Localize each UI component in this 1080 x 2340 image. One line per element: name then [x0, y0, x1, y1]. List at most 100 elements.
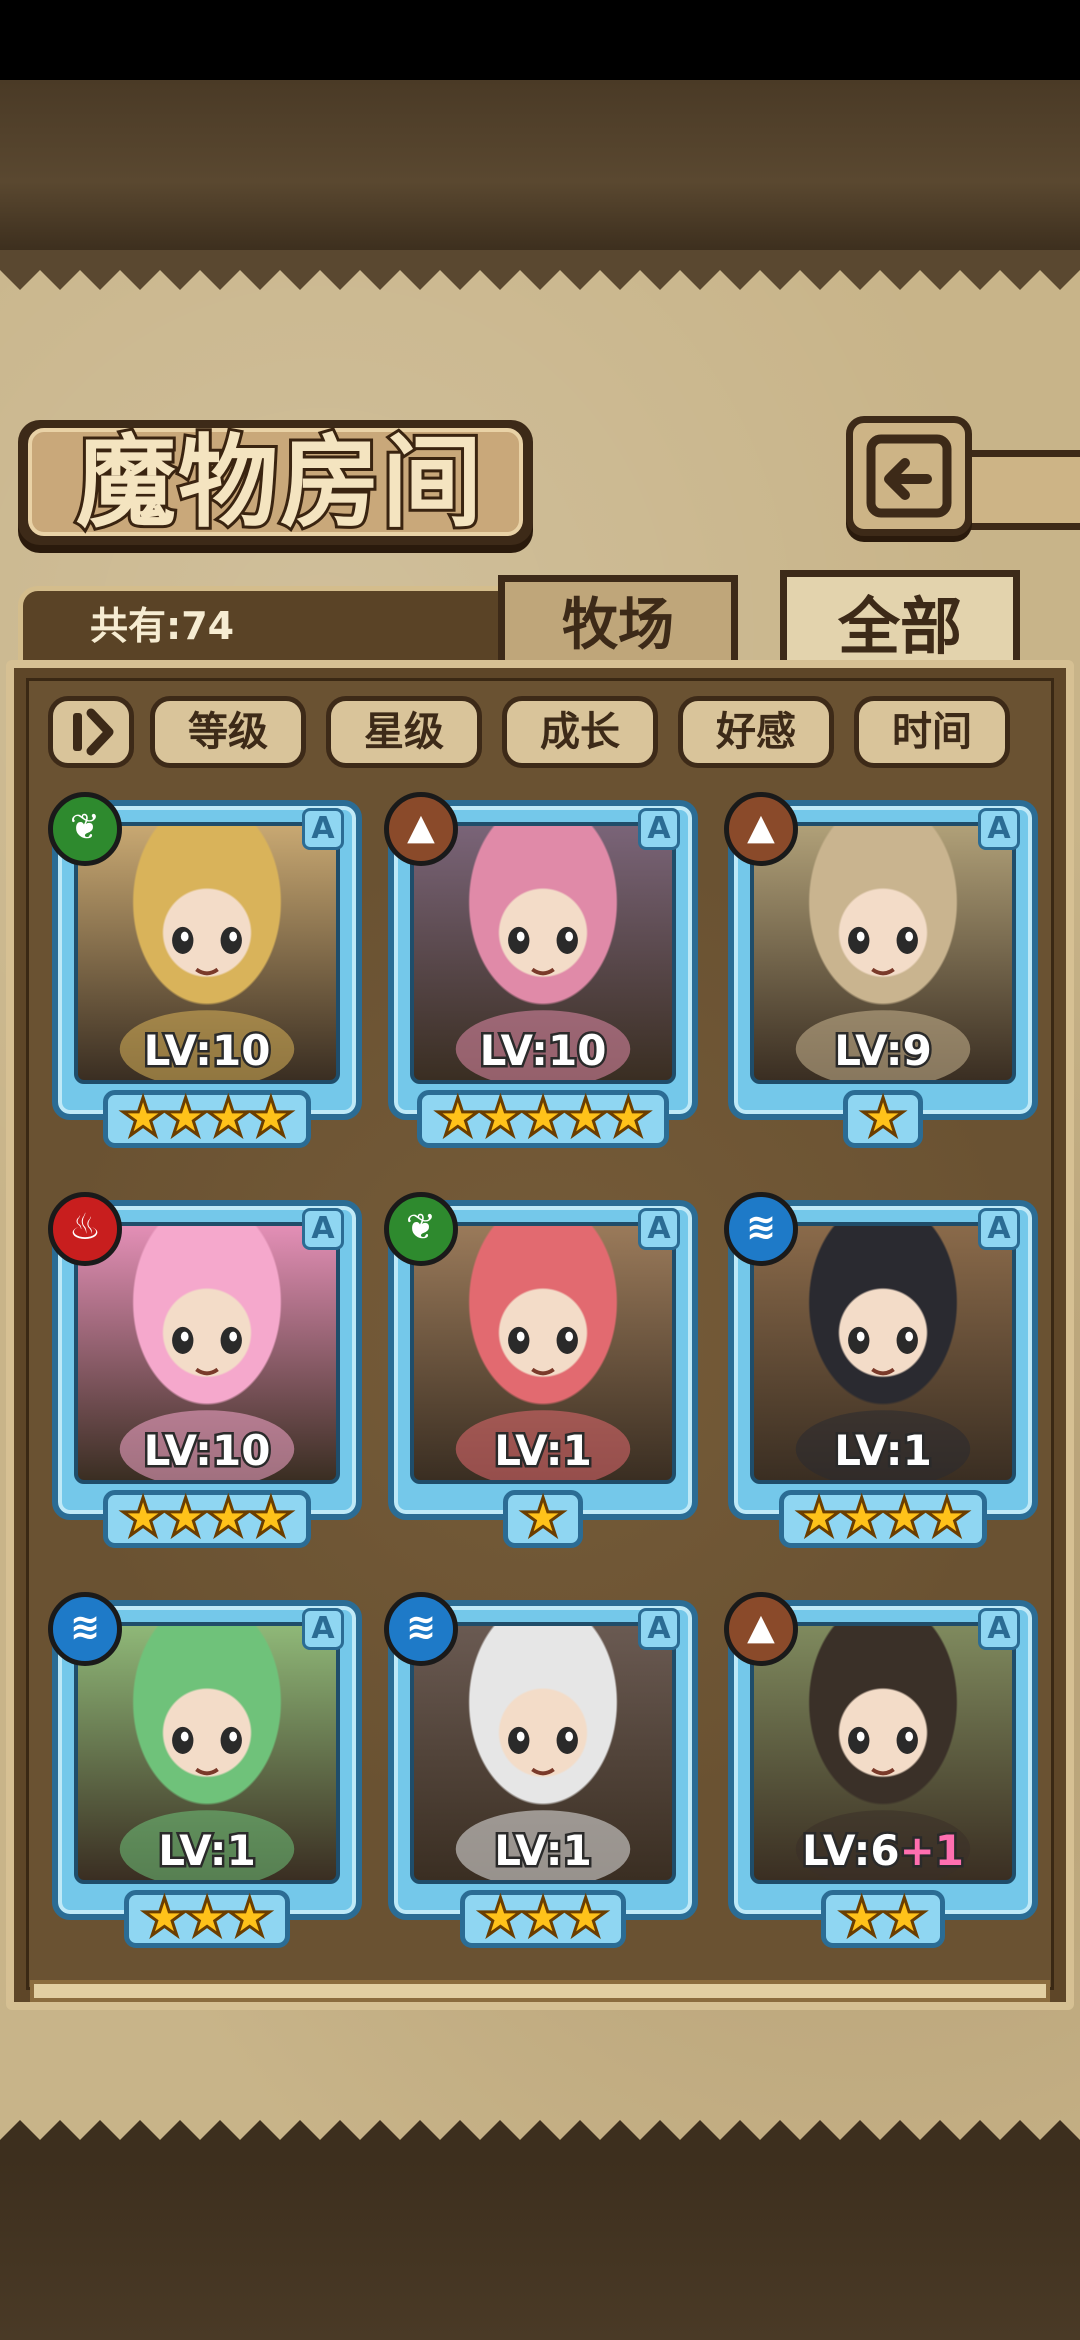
monster-level: LV:9 [728, 1024, 1038, 1078]
star-icon: ★ [837, 1888, 887, 1948]
level-text: LV:10 [141, 1424, 273, 1478]
star-icon: ★ [561, 1888, 611, 1948]
monster-level: LV:10 [52, 1424, 362, 1478]
sort-toggle-icon [73, 708, 114, 756]
star-rating: ★★★★ [52, 1090, 362, 1152]
rank-badge: A [302, 808, 344, 850]
star-rating-bar: ★★★ [460, 1890, 626, 1948]
level-bonus: +1 [897, 1824, 966, 1878]
star-rating: ★ [728, 1090, 1038, 1152]
back-arrow-icon [866, 434, 952, 518]
filter-time-button[interactable]: 时间 [854, 696, 1010, 768]
monster-card[interactable]: A ≋ LV:1 ★★★ [384, 1592, 698, 1952]
tab-ranch[interactable]: 牧场 [498, 575, 738, 670]
level-text: LV:10 [477, 1024, 609, 1078]
level-text: LV:1 [492, 1424, 595, 1478]
monster-level: LV:1 [388, 1824, 698, 1878]
star-icon: ★ [433, 1088, 483, 1148]
sort-toggle-button[interactable] [48, 696, 134, 768]
star-rating-bar: ★★★★ [778, 1488, 988, 1548]
monster-level: LV:6+1 [728, 1824, 1038, 1878]
back-button[interactable] [846, 416, 972, 536]
monster-card[interactable]: A ▲ LV:6+1 ★★ [724, 1592, 1038, 1950]
filter-affection-button[interactable]: 好感 [678, 696, 834, 768]
star-rating-bar: ★★★★ [102, 1488, 312, 1548]
rank-badge: A [978, 808, 1020, 850]
star-icon: ★ [603, 1088, 653, 1148]
page-title: 魔物房间 [73, 421, 485, 544]
map-background-bottom [0, 2160, 1080, 2340]
star-icon: ★ [922, 1488, 972, 1548]
element-water-icon: ≋ [384, 1592, 458, 1666]
back-button-rail [965, 450, 1080, 530]
monster-level: LV:1 [52, 1824, 362, 1878]
star-icon: ★ [518, 1888, 568, 1948]
star-rating-bar: ★★★★ [102, 1088, 312, 1148]
star-icon: ★ [561, 1088, 611, 1148]
filter-level-button[interactable]: 等级 [150, 696, 306, 768]
level-text: LV:6 [799, 1824, 902, 1878]
star-rating: ★★★★★ [388, 1090, 698, 1152]
star-rating-bar: ★ [502, 1488, 584, 1548]
monster-card[interactable]: A ❦ LV:1 ★ [384, 1192, 698, 1552]
star-icon: ★ [794, 1488, 844, 1548]
monster-count: 共有:74 [90, 604, 235, 648]
element-water-icon: ≋ [724, 1192, 798, 1266]
star-icon: ★ [118, 1088, 168, 1148]
monster-level: LV:10 [388, 1024, 698, 1078]
rank-badge: A [302, 1608, 344, 1650]
star-rating: ★★★★ [728, 1490, 1038, 1552]
element-earth-icon: ▲ [384, 792, 458, 866]
star-icon: ★ [837, 1488, 887, 1548]
level-text: LV:9 [832, 1024, 935, 1078]
star-rating: ★★★★ [52, 1490, 362, 1552]
element-fire-icon: ♨ [48, 1192, 122, 1266]
star-icon: ★ [880, 1888, 930, 1948]
status-bar-area [0, 0, 1080, 80]
star-icon: ★ [161, 1488, 211, 1548]
star-icon: ★ [204, 1088, 254, 1148]
filter-growth-button[interactable]: 成长 [502, 696, 658, 768]
monster-card[interactable]: A ▲ LV:9 ★ [724, 792, 1038, 1152]
zigzag-border-top [0, 250, 1080, 290]
level-text: LV:1 [832, 1424, 935, 1478]
monster-card[interactable]: A ♨ LV:10 ★★★★ [48, 1192, 362, 1552]
star-icon: ★ [204, 1488, 254, 1548]
star-rating-bar: ★★★ [124, 1890, 290, 1948]
star-icon: ★ [518, 1488, 568, 1548]
monster-level: LV:1 [388, 1424, 698, 1478]
level-text: LV:10 [141, 1024, 273, 1078]
element-earth-icon: ▲ [724, 1592, 798, 1666]
star-icon: ★ [246, 1088, 296, 1148]
monster-card[interactable]: A ▲ LV:10 ★★★★★ [384, 792, 698, 1152]
rank-badge: A [638, 808, 680, 850]
star-icon: ★ [182, 1888, 232, 1948]
monster-card[interactable]: A ≋ LV:1 ★★★ [48, 1592, 362, 1952]
star-icon: ★ [118, 1488, 168, 1548]
star-icon: ★ [476, 1888, 526, 1948]
element-nature-icon: ❦ [384, 1192, 458, 1266]
monster-card[interactable]: A ≋ LV:1 ★★★★ [724, 1192, 1038, 1552]
star-icon: ★ [858, 1088, 908, 1148]
rank-badge: A [978, 1608, 1020, 1650]
star-icon: ★ [246, 1488, 296, 1548]
star-rating-bar: ★ [842, 1088, 924, 1148]
map-background-top [0, 80, 1080, 250]
panel-bottom-rail [30, 1980, 1050, 2002]
level-text: LV:1 [156, 1824, 259, 1878]
star-rating: ★★★ [52, 1890, 362, 1952]
star-icon: ★ [518, 1088, 568, 1148]
rank-badge: A [302, 1208, 344, 1250]
star-icon: ★ [476, 1088, 526, 1148]
star-icon: ★ [140, 1888, 190, 1948]
star-icon: ★ [880, 1488, 930, 1548]
level-text: LV:1 [492, 1824, 595, 1878]
star-rating-bar: ★★ [821, 1888, 945, 1948]
rank-badge: A [638, 1608, 680, 1650]
star-rating: ★ [388, 1490, 698, 1552]
filter-star-button[interactable]: 星级 [326, 696, 482, 768]
monster-card[interactable]: A ❦ LV:10 ★★★★ [48, 792, 362, 1152]
zigzag-border-bottom [0, 2120, 1080, 2160]
star-rating-bar: ★★★★★ [417, 1088, 669, 1148]
star-rating: ★★★ [388, 1890, 698, 1952]
